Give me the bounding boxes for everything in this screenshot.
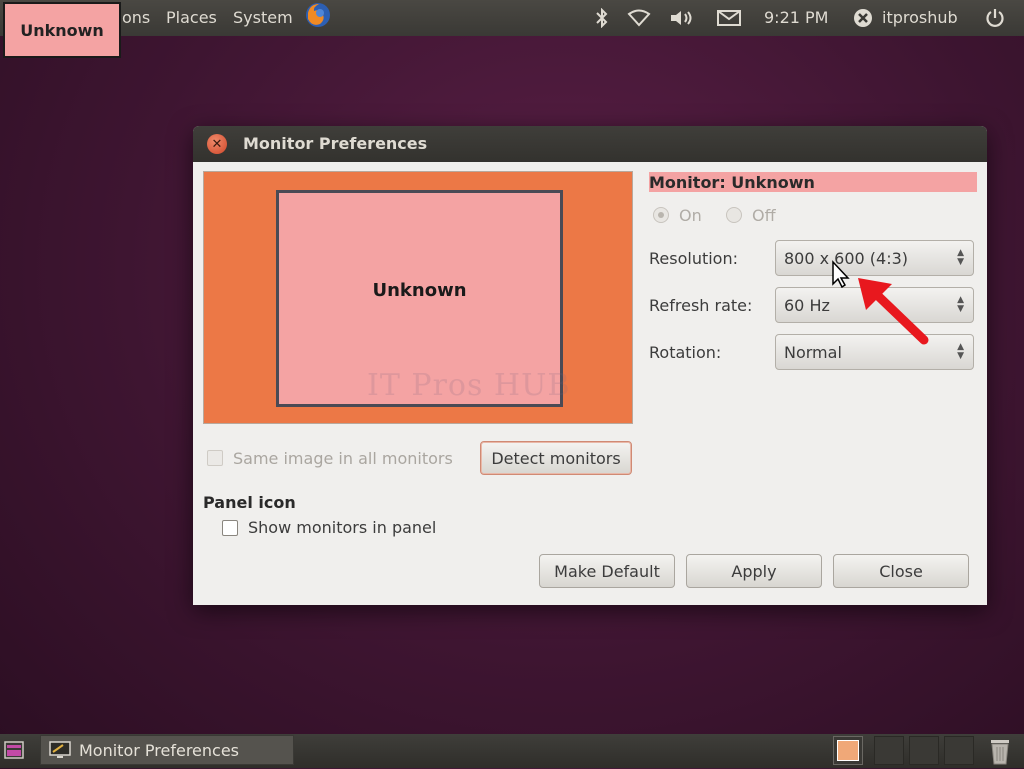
watermark: IT Pros HUB xyxy=(367,368,571,403)
mail-icon[interactable] xyxy=(716,7,742,29)
monitor-preferences-window: ✕ Monitor Preferences Unknown Monitor: U… xyxy=(193,126,987,605)
firefox-icon[interactable] xyxy=(304,3,332,27)
power-icon[interactable] xyxy=(984,7,1006,29)
titlebar[interactable]: ✕ Monitor Preferences xyxy=(193,126,987,162)
same-image-label: Same image in all monitors xyxy=(233,449,453,468)
mouse-cursor-icon xyxy=(832,260,850,288)
monitor-heading: Monitor: Unknown xyxy=(649,173,815,192)
show-in-panel-label: Show monitors in panel xyxy=(248,518,437,537)
resolution-label: Resolution: xyxy=(649,249,738,268)
rotation-label: Rotation: xyxy=(649,343,722,362)
taskbar-item-label: Monitor Preferences xyxy=(79,741,240,760)
refresh-rate-label: Refresh rate: xyxy=(649,296,753,315)
refresh-rate-value: 60 Hz xyxy=(784,296,830,315)
places-menu[interactable]: Places xyxy=(166,8,217,27)
power-on-label: On xyxy=(679,206,702,225)
trash-icon[interactable] xyxy=(988,737,1012,769)
show-desktop-icon[interactable] xyxy=(4,741,24,763)
wifi-icon[interactable] xyxy=(626,7,652,29)
workspace-2[interactable] xyxy=(874,736,904,765)
bottom-panel: Monitor Preferences xyxy=(0,734,1024,768)
clock[interactable]: 9:21 PM xyxy=(764,8,828,27)
workspace-1-window xyxy=(837,740,859,761)
same-image-checkbox[interactable] xyxy=(207,450,223,466)
combo-arrows-icon: ▲ ▼ xyxy=(957,342,964,361)
workspace-3[interactable] xyxy=(909,736,939,765)
monitor-preferences-icon xyxy=(49,741,71,763)
user-menu[interactable]: itproshub xyxy=(882,8,958,27)
system-menu[interactable]: System xyxy=(233,8,293,27)
combo-arrows-icon: ▲ ▼ xyxy=(957,248,964,267)
power-off-label: Off xyxy=(752,206,776,225)
power-off-radio[interactable] xyxy=(726,207,742,223)
applications-menu[interactable]: ons xyxy=(122,8,150,27)
rotation-value: Normal xyxy=(784,343,842,362)
workspace-1[interactable] xyxy=(833,736,863,765)
close-icon: ✕ xyxy=(211,136,223,152)
apply-button[interactable]: Apply xyxy=(686,554,822,588)
red-arrow-annotation xyxy=(858,278,929,345)
close-window-button[interactable]: ✕ xyxy=(207,134,227,154)
user-x-icon xyxy=(852,7,874,29)
monitor-preview-label: Unknown xyxy=(372,280,467,301)
panel-icon-heading: Panel icon xyxy=(203,493,296,512)
top-panel: ons Places System 9:21 PM itproshub xyxy=(0,0,1024,36)
bluetooth-icon[interactable] xyxy=(593,7,611,29)
combo-arrows-icon: ▲ ▼ xyxy=(957,295,964,314)
window-title: Monitor Preferences xyxy=(243,134,428,153)
volume-icon[interactable] xyxy=(668,7,696,29)
close-button[interactable]: Close xyxy=(833,554,969,588)
make-default-button[interactable]: Make Default xyxy=(539,554,675,588)
power-on-radio[interactable] xyxy=(653,207,669,223)
workspace-4[interactable] xyxy=(944,736,974,765)
show-in-panel-checkbox[interactable] xyxy=(222,520,238,536)
taskbar-item[interactable]: Monitor Preferences xyxy=(40,735,294,765)
monitor-identify-label: Unknown xyxy=(3,2,121,58)
detect-monitors-button[interactable]: Detect monitors xyxy=(480,441,632,475)
